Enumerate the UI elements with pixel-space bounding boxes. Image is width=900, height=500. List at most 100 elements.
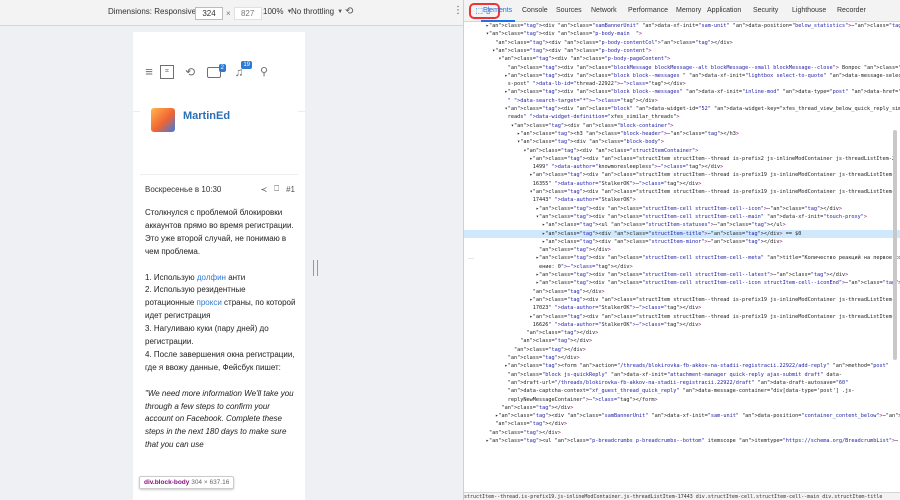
dom-node-line[interactable]: 1499" ">data-author="knowmoresleepless">… [464,163,900,171]
dom-node-line[interactable]: reads" ">data-widget-definition="xfes_si… [464,113,900,121]
dom-node-line[interactable]: ▸"an">class="tag"><ul "an">class="struct… [464,221,900,229]
tab-network[interactable]: Network [591,7,617,14]
proxy-link[interactable]: прокси [197,298,222,307]
dom-tree-scrollbar[interactable] [893,130,897,360]
dom-node-line[interactable]: ▸"an">class="tag"><div "an">class="struc… [464,279,900,287]
element-tooltip: div.block-body 304 × 637.16 [139,476,235,489]
dom-node-line[interactable]: "an">class="tag"></div> [464,404,900,412]
dom-node-line[interactable]: 17023" ">data-author="StalkerOK">⋯">clas… [464,304,900,312]
dom-node-line[interactable]: "an">class="tag"></div> [464,420,900,428]
times-sign: × [226,9,231,18]
dom-node-line[interactable]: s-post" ">data-lb-id="thread-22922">⋯">c… [464,80,900,88]
dom-node-line[interactable]: "an">class="tag"></div> [464,354,900,362]
dom-node-line[interactable]: ▾"an">class="tag"><div "an">class="p-bod… [464,30,900,38]
inbox-icon[interactable]: 2 [207,64,226,78]
dom-node-line[interactable]: "an">class="tag"></div> [464,429,900,437]
dom-node-line[interactable]: "an">class="block js-quickReply" "an">da… [464,371,900,379]
avatar[interactable] [151,108,175,132]
profile-card: MartinEd [140,94,298,154]
dom-node-line[interactable]: ▾"an">class="tag"><div "an">class="struc… [464,147,900,155]
dom-node-line[interactable]: ▸"an">class="tag"><div "an">class="struc… [464,205,900,213]
tab-memory[interactable]: Memory [676,7,701,14]
dom-node-line[interactable]: ▸"an">class="tag"><div "an">class="struc… [464,296,900,304]
dom-node-line[interactable]: ▾"an">class="tag"><div "an">class="block… [464,138,900,146]
element-breadcrumbs[interactable]: structItem--thread.is-prefix19.js-inline… [464,492,900,500]
dom-node-line[interactable]: ▾"an">class="tag"><div "an">class="p-bod… [464,55,900,63]
dom-node-line[interactable]: "an">class="tag"></div> [464,246,900,254]
width-input[interactable]: 324 [195,7,223,20]
dom-node-line[interactable]: ▾"an">class="tag"><div "an">class="struc… [464,188,900,196]
dimensions-select[interactable]: Dimensions: Responsive▼ [108,7,205,16]
search-icon[interactable]: ⚲ [257,65,271,79]
dom-node-line[interactable]: ение: 0">⋯">class="tag"></div> [464,263,900,271]
history-icon[interactable]: ⟲ [183,65,197,79]
devtools-tab-bar: ⬚▯ Elements Console Sources Network Perf… [464,0,900,22]
more-icon[interactable]: ··· [468,256,474,262]
tab-application[interactable]: Application [707,7,741,14]
dom-node-line[interactable]: "an">class="tag"></div> [464,288,900,296]
dom-node-line[interactable]: " ">data-search-target="*">⋯">class="tag… [464,97,900,105]
dom-node-line[interactable]: "an">class="tag"></div> [464,346,900,354]
dom-node-line[interactable]: ▸"an">class="tag"><ul "an">class="p-brea… [464,437,900,445]
dom-node-line[interactable]: ▸"an">class="tag"><div "an">class="block… [464,88,900,96]
tab-elements[interactable]: Elements [483,7,512,14]
dom-node-line[interactable]: ▸"an">class="tag"><div "an">class="struc… [464,238,900,246]
dom-node-line[interactable]: ▾"an">class="tag"><div "an">class="p-bod… [464,47,900,55]
tooltip-size: 304 × 637.16 [191,479,230,486]
dom-node-line[interactable]: "an">class="tag"></div> [464,329,900,337]
tab-performance[interactable]: Performance [628,7,668,14]
username-link[interactable]: MartinEd [183,110,230,122]
more-options-icon[interactable]: ⋮ [453,5,463,16]
zoom-select[interactable]: 100% ▼ [263,7,292,16]
dom-node-line[interactable]: ▸"an">class="tag"><div "an">class="struc… [464,254,900,262]
dom-node-selected[interactable]: ▸"an">class="tag"><div "an">class="struc… [464,229,900,238]
bookmark-icon[interactable]: ⎕ [274,184,279,194]
dom-node-line[interactable]: ▾"an">class="tag"><div "an">class="block… [464,122,900,130]
dom-node-line[interactable]: ▸"an">class="tag"><h3 "an">class="block-… [464,130,900,138]
tab-lighthouse[interactable]: Lighthouse [792,7,826,14]
dolphin-link[interactable]: долфин [197,273,226,282]
dom-node-line[interactable]: ▸"an">class="tag"><div "an">class="struc… [464,271,900,279]
dom-tree[interactable]: ▸"an">class="tag"><div "an">class="samBa… [464,22,900,492]
dom-node-line[interactable]: ▾"an">class="tag"><div "an">class="struc… [464,213,900,221]
breadcrumb-path[interactable]: structItem--thread.is-prefix19.js-inline… [464,494,882,500]
dom-node-line[interactable]: "an">class="tag"><div "an">class="blockM… [464,64,900,72]
list-item: 1. Использую долфин анти [145,272,246,282]
post-body: Столкнулся с проблемой блокировки аккаун… [145,207,297,452]
post-card: Воскресенье в 10:30 ≺ ⎕ #1 Столкнулся с … [140,174,298,500]
dom-node-line[interactable]: ▸"an">class="tag"><div "an">class="samBa… [464,22,900,30]
dom-node-line[interactable]: ▸"an">class="tag"><form "an">action="/th… [464,362,900,370]
dom-node-line[interactable]: ▸"an">class="tag"><div "an">class="struc… [464,155,900,163]
post-date[interactable]: Воскресенье в 10:30 [145,185,254,194]
dom-node-line[interactable]: "an">draft-url="/threads/blokirovka-fb-a… [464,379,900,387]
expand-icon[interactable]: ⌗ [160,65,174,79]
dom-node-line[interactable]: 16355" ">data-author="StalkerOK">⋯">clas… [464,180,900,188]
tab-recorder[interactable]: Recorder [837,7,866,14]
dom-node-line[interactable]: 16626" ">data-author="StalkerOK">⋯">clas… [464,321,900,329]
tooltip-selector: div.block-body [144,479,190,486]
post-number[interactable]: #1 [286,185,295,194]
list-item: 4. После завершения окна регистрации, гд… [145,349,295,372]
resize-handle[interactable] [313,260,318,276]
dom-node-line[interactable]: ▸"an">class="tag"><div "an">class="block… [464,72,900,80]
dom-node-line[interactable]: "an">class="tag"><div "an">class="p-body… [464,39,900,47]
height-input[interactable]: 827 [233,7,262,20]
dom-node-line[interactable]: 17443" ">data-author="StalkerOK"> [464,196,900,204]
dom-node-line[interactable]: ▸"an">class="tag"><div "an">class="struc… [464,171,900,179]
dom-node-line[interactable]: "an">class="tag"></div> [464,337,900,345]
rotate-icon[interactable]: ⟲ [345,6,353,17]
menu-icon[interactable]: ≡ [142,65,156,79]
devtools-panel: ⬚▯ Elements Console Sources Network Perf… [463,0,900,500]
dom-node-line[interactable]: "an">data-captcha-context="xf_guest_thre… [464,387,900,395]
throttle-select[interactable]: No throttling ▼ [291,7,343,16]
list-item: 3. Нагуливаю куки (пару дней) до регистр… [145,324,269,347]
dom-node-line[interactable]: ▾"an">class="tag"><div "an">class="block… [464,105,900,113]
dom-node-line[interactable]: ▸"an">class="tag"><div "an">class="samBa… [464,412,900,420]
dom-node-line[interactable]: ▸"an">class="tag"><div "an">class="struc… [464,313,900,321]
share-icon[interactable]: ≺ [261,185,268,194]
tab-security[interactable]: Security [753,7,778,14]
dom-node-line[interactable]: replyNewMessageContainer">⋯">class="tag"… [464,396,900,404]
bell-icon[interactable]: ♫ 19 [232,61,252,79]
tab-sources[interactable]: Sources [556,7,582,14]
tab-console[interactable]: Console [522,7,548,14]
